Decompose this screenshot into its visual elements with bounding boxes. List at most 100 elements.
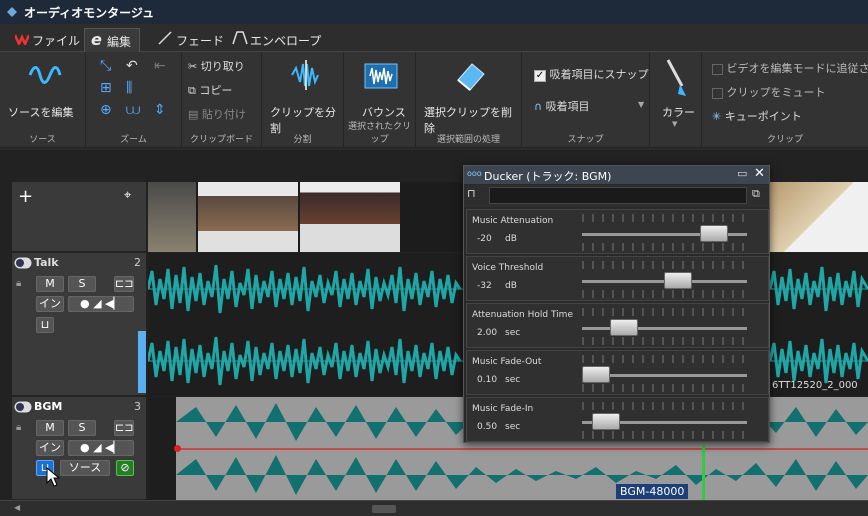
zoom-in-icon[interactable]: ⊕ [100,102,112,118]
ducker-title-bar[interactable]: ooo Ducker (トラック: BGM) ▭ ✕ [464,166,769,184]
zoom-wave-icon[interactable]: ⩊ [126,102,140,118]
track-toggle-icon[interactable] [14,257,32,272]
undo-zoom-icon[interactable]: ↶ [126,58,138,74]
video-follow-checkbox[interactable]: ビデオを編集モードに追従させ [712,60,868,76]
zoom-fit-icon[interactable]: ⤡ [100,58,111,74]
lock-icon[interactable]: 🔒︎ [16,278,21,289]
app-logo-icon [5,5,19,19]
param-label: Voice Threshold [472,263,544,273]
wave-icon [28,60,62,93]
tab-edit[interactable]: e 編集 [84,28,141,52]
track-name[interactable]: BGM [34,400,62,413]
slider-thumb[interactable] [581,366,610,383]
add-track-icon[interactable]: + [18,186,33,207]
slider-thumb[interactable] [592,413,620,430]
snap-checkbox[interactable]: ✓ 吸着項目にスナップ [534,66,649,82]
paste-button[interactable]: ▤ 貼り付け [188,106,246,122]
mute-button[interactable]: M [36,276,64,292]
lock-icon[interactable]: 🔒︎ [16,422,21,433]
fade-icon [158,31,172,48]
param-unit: sec [505,375,521,385]
ribbon: ソースを編集 ソース ⤡ ↶ ⇤ ⊞ ⫼ ⊕ ⩊ ⇕ ズーム ✂ 切り取り ⧉ … [0,52,868,148]
param-label: Attenuation Hold Time [472,310,573,320]
slider-thumb[interactable] [664,272,692,289]
param-value[interactable]: -20 [477,234,492,244]
route-button[interactable]: ⊏⊐ [114,420,134,436]
zoom-vertical-icon[interactable]: ⇕ [154,102,166,118]
locate-icon[interactable]: ⌖ [124,188,131,203]
scroll-left-icon[interactable]: ◀ [14,503,20,512]
slider-track[interactable] [582,327,747,330]
source-button[interactable]: ソース [60,460,110,476]
param-value[interactable]: 0.10 [477,375,497,385]
solo-button[interactable]: S [68,420,96,436]
track-options-button[interactable]: ● ◢ ◀▏ [68,440,134,456]
ducker-button[interactable]: ⊔ [36,317,54,333]
edit-icon: e [91,30,102,49]
group-label: 選択範囲の処理 [436,135,500,145]
cut-label: 切り取り [200,60,245,73]
track-number: 2 [134,256,141,269]
snap-items-dropdown[interactable]: ∩ 吸着項目 ▼ [534,98,646,114]
param-value[interactable]: 2.00 [477,328,497,338]
zoom-full-icon[interactable]: ⊞ [100,80,112,96]
plugin-enable-button[interactable]: ⊘ [116,460,134,476]
input-button[interactable]: イン [36,440,64,456]
group-label: 選択されたクリップ [347,122,411,145]
chevron-down-icon: ▼ [672,120,678,128]
scissors-icon: ✂ [188,60,198,73]
delete-selected-clips-button[interactable]: 選択クリップを削除 [420,56,520,135]
group-clipboard: ✂ 切り取り ⧉ コピー ▤ 貼り付け クリップボード [182,52,262,148]
tab-file[interactable]: ファイル [10,28,88,52]
slider-thumb[interactable] [610,319,638,336]
mute-button[interactable]: M [36,420,64,436]
copy-button[interactable]: ⧉ コピー [188,82,232,98]
group-selection-range: 選択クリップを削除 選択範囲の処理 [416,52,522,148]
mute-clip-checkbox[interactable]: クリップをミュート [712,84,826,100]
playback-cursor[interactable] [702,445,705,500]
group-split: クリップを分割 分割 [262,52,344,148]
zoom-horizontal-icon[interactable]: ⫼ [126,80,132,96]
tab-fade[interactable]: フェード [154,28,232,52]
track-options-button[interactable]: ● ◢ ◀▏ [68,296,134,312]
solo-button[interactable]: S [68,276,96,292]
param-label: Music Fade-In [472,404,534,414]
track-toggle-icon[interactable] [14,401,32,416]
edit-source-button[interactable]: ソースを編集 [6,56,80,122]
group-label: スナップ [567,135,604,145]
cue-point-button[interactable]: ✳ キューポイント [712,108,802,124]
ducker-title: Ducker (トラック: BGM) [484,170,612,183]
param-value[interactable]: -32 [477,281,492,291]
slider-thumb[interactable] [700,225,728,242]
split-clip-button[interactable]: クリップを分割 [266,56,342,135]
envelope-point-icon[interactable] [174,445,181,452]
tab-envelope[interactable]: エンベロープ [228,28,329,52]
preset-icon[interactable]: ⊓ [467,187,476,200]
bounce-button[interactable]: バウンス [348,56,414,122]
maximize-icon[interactable]: ▭ [737,167,747,180]
mouse-cursor-icon [46,466,61,490]
input-button[interactable]: イン [36,296,64,312]
track-name[interactable]: Talk [34,256,59,269]
tab-label: ファイル [32,34,81,48]
horizontal-scrollbar[interactable]: ◀ [0,500,868,516]
zoom-start-icon[interactable]: ⇤ [154,58,166,74]
chevron-down-icon: ▼ [638,100,645,109]
preset-field[interactable] [489,187,747,204]
param-value[interactable]: 0.50 [477,422,497,432]
ducker-toolbar: ⊓ ⧉ [464,185,769,207]
scroll-thumb[interactable] [372,505,396,513]
group-source: ソースを編集 ソース [0,52,86,148]
route-button[interactable]: ⊏⊐ [114,276,134,292]
magnet-icon: ∩ [534,100,543,113]
cut-button[interactable]: ✂ 切り取り [188,58,245,74]
copy-settings-icon[interactable]: ⧉ [752,187,760,201]
title-bar: オーディオモンタージュ [0,0,868,24]
ducker-window: ooo Ducker (トラック: BGM) ▭ ✕ ⊓ ⧉ Music Att… [463,165,770,443]
ducker-param-row: Music Fade-Out 0.10 sec [466,350,769,395]
cue-point-label: キューポイント [724,110,802,123]
color-button[interactable]: カラー ▼ [654,56,698,136]
bgm-wave-ch2 [176,455,868,495]
group-label: ソース [29,135,56,145]
close-icon[interactable]: ✕ [754,166,765,181]
